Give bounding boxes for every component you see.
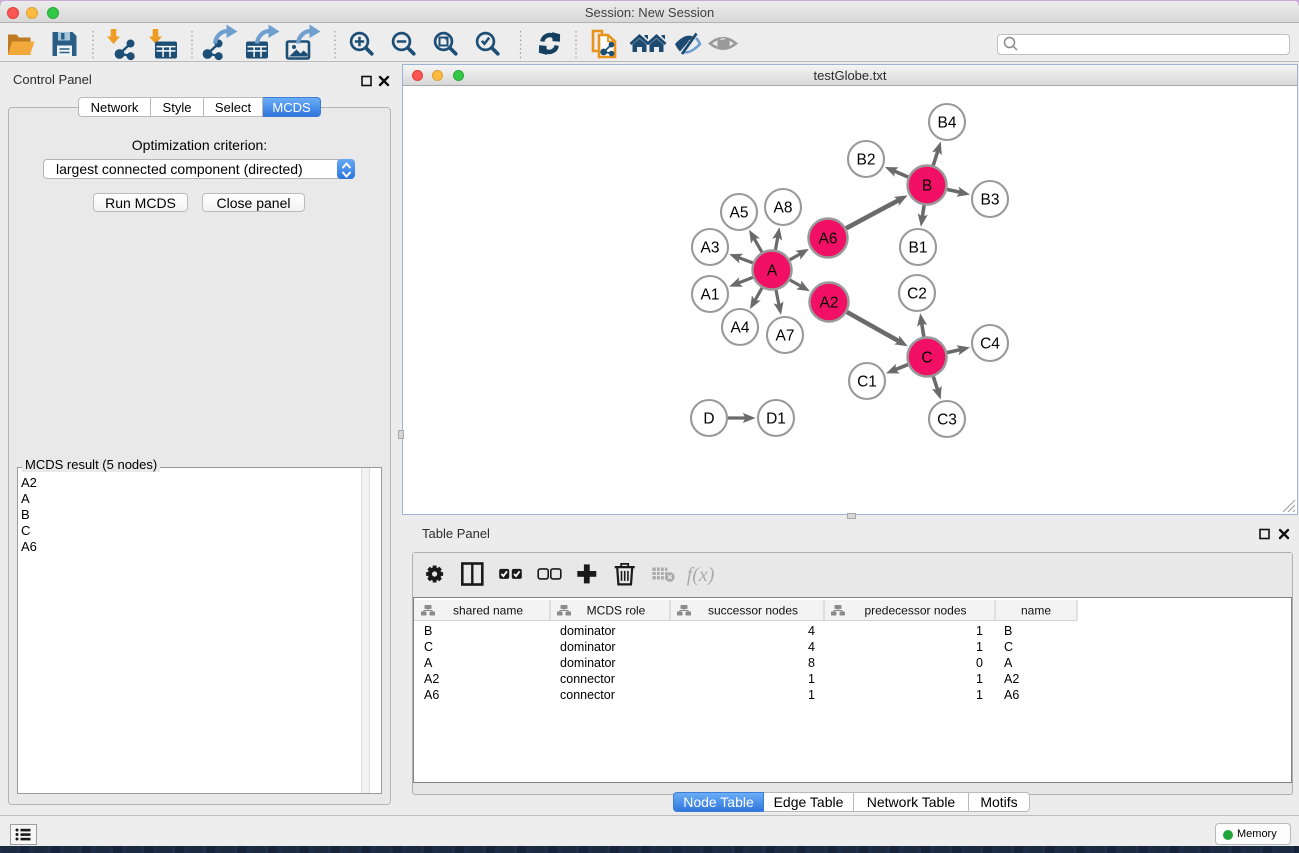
svg-text:D1: D1 bbox=[766, 411, 786, 428]
svg-text:1: 1 bbox=[976, 624, 983, 638]
svg-text:dominator: dominator bbox=[560, 640, 616, 654]
svg-text:1: 1 bbox=[808, 688, 815, 702]
svg-text:0: 0 bbox=[976, 656, 983, 670]
svg-text:C1: C1 bbox=[857, 374, 877, 391]
svg-text:D: D bbox=[703, 411, 714, 428]
svg-text:C2: C2 bbox=[907, 286, 927, 303]
svg-text:A: A bbox=[767, 263, 778, 280]
svg-text:B: B bbox=[424, 624, 432, 638]
svg-text:A3: A3 bbox=[701, 240, 720, 257]
svg-text:connector: connector bbox=[560, 688, 615, 702]
svg-text:1: 1 bbox=[808, 672, 815, 686]
svg-text:A5: A5 bbox=[730, 205, 749, 222]
svg-text:C4: C4 bbox=[980, 336, 1000, 353]
svg-text:A: A bbox=[1004, 656, 1013, 670]
svg-text:name: name bbox=[1021, 604, 1051, 618]
svg-text:A1: A1 bbox=[701, 287, 720, 304]
svg-text:8: 8 bbox=[808, 656, 815, 670]
svg-text:A6: A6 bbox=[819, 231, 838, 248]
svg-text:B2: B2 bbox=[857, 152, 876, 169]
svg-text:connector: connector bbox=[560, 672, 615, 686]
svg-text:f(x): f(x) bbox=[687, 564, 715, 586]
svg-text:A2: A2 bbox=[1004, 672, 1019, 686]
svg-text:dominator: dominator bbox=[560, 624, 616, 638]
svg-text:1: 1 bbox=[976, 688, 983, 702]
svg-text:4: 4 bbox=[808, 640, 815, 654]
svg-text:A7: A7 bbox=[776, 328, 795, 345]
svg-text:A2: A2 bbox=[424, 672, 439, 686]
svg-text:1: 1 bbox=[976, 640, 983, 654]
svg-text:C3: C3 bbox=[937, 412, 957, 429]
svg-text:B: B bbox=[922, 178, 932, 195]
svg-text:C: C bbox=[1004, 640, 1013, 654]
svg-text:A4: A4 bbox=[731, 320, 750, 337]
svg-text:B3: B3 bbox=[981, 192, 1000, 209]
svg-text:C: C bbox=[921, 350, 932, 367]
svg-text:MCDS role: MCDS role bbox=[587, 604, 646, 618]
svg-text:1: 1 bbox=[976, 672, 983, 686]
svg-text:B1: B1 bbox=[909, 240, 928, 257]
svg-text:A2: A2 bbox=[820, 295, 839, 312]
svg-text:A8: A8 bbox=[774, 200, 793, 217]
svg-text:predecessor nodes: predecessor nodes bbox=[864, 604, 966, 618]
svg-text:A6: A6 bbox=[1004, 688, 1019, 702]
svg-text:A: A bbox=[424, 656, 433, 670]
svg-text:B4: B4 bbox=[938, 115, 957, 132]
svg-text:4: 4 bbox=[808, 624, 815, 638]
svg-text:A6: A6 bbox=[424, 688, 439, 702]
svg-text:C: C bbox=[424, 640, 433, 654]
svg-text:successor nodes: successor nodes bbox=[708, 604, 798, 618]
svg-text:shared name: shared name bbox=[453, 604, 523, 618]
svg-text:B: B bbox=[1004, 624, 1012, 638]
svg-text:dominator: dominator bbox=[560, 656, 616, 670]
